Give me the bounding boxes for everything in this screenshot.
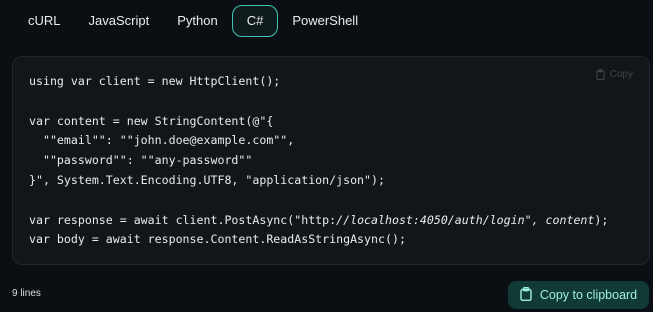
clipboard-icon xyxy=(520,286,532,304)
code-line: ""password"": ""any-password"" xyxy=(29,153,253,168)
tab-curl[interactable]: cURL xyxy=(14,5,75,37)
code-line: }", System.Text.Encoding.UTF8, "applicat… xyxy=(29,172,385,187)
line-count: 9 lines xyxy=(12,288,41,299)
tab-powershell[interactable]: PowerShell xyxy=(278,5,372,37)
code-line: using var client = new HttpClient(); xyxy=(29,74,281,88)
code-url-italic: //localhost:4050/auth/login", content xyxy=(336,212,595,227)
code-panel: Copy using var client = new HttpClient()… xyxy=(12,56,650,265)
code-line: var response = await client.PostAsync("h… xyxy=(29,212,609,227)
tab-csharp[interactable]: C# xyxy=(231,5,279,37)
copy-to-clipboard-label: Copy to clipboard xyxy=(539,288,638,302)
copy-to-clipboard-button[interactable]: Copy to clipboard xyxy=(508,281,649,309)
language-tabs: cURL JavaScript Python C# PowerShell xyxy=(14,4,372,38)
code-line: var content = new StringContent(@"{ xyxy=(29,113,274,128)
tab-python[interactable]: Python xyxy=(163,5,231,37)
code-line: var body = await response.Content.ReadAs… xyxy=(29,232,406,247)
code-line: ""email"": ""john.doe@example.com"", xyxy=(29,133,295,148)
code-block: using var client = new HttpClient(); var… xyxy=(29,72,608,250)
inline-copy-label: Copy xyxy=(609,69,633,80)
code-snippet-viewer: cURL JavaScript Python C# PowerShell Cop… xyxy=(0,0,653,312)
tab-javascript[interactable]: JavaScript xyxy=(75,5,164,37)
